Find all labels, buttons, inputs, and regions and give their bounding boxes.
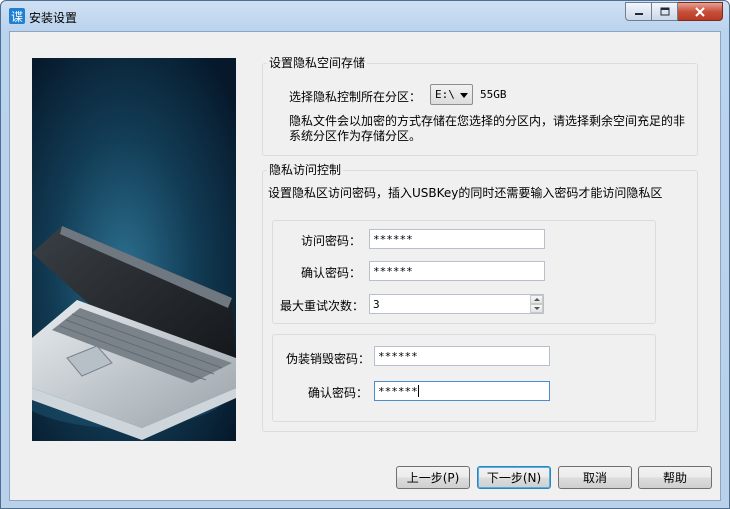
maximize-button[interactable] bbox=[652, 2, 678, 21]
decoy-password-label: 伪装销毁密码： bbox=[286, 352, 371, 366]
partition-select[interactable]: E:\ bbox=[430, 84, 473, 105]
decoy-confirm-input[interactable]: ****** bbox=[374, 381, 550, 401]
minimize-button[interactable] bbox=[625, 2, 652, 21]
access-control-group-label: 隐私访问控制 bbox=[267, 161, 344, 178]
partition-label: 选择隐私控制所在分区： bbox=[289, 90, 422, 104]
spinner-up-icon[interactable] bbox=[530, 295, 543, 304]
decoy-confirm-label: 确认密码： bbox=[308, 386, 369, 400]
next-button[interactable]: 下一步(N) bbox=[477, 466, 551, 489]
help-button[interactable]: 帮助 bbox=[638, 466, 712, 489]
max-retries-spinner[interactable] bbox=[530, 294, 544, 314]
svg-text:谍: 谍 bbox=[11, 10, 23, 24]
decoy-password-input[interactable]: ****** bbox=[374, 346, 550, 366]
text-caret bbox=[417, 385, 419, 397]
back-button[interactable]: 上一步(P) bbox=[396, 466, 470, 489]
access-password-input[interactable]: ****** bbox=[369, 229, 545, 249]
decoy-confirm-value: ****** bbox=[378, 385, 418, 398]
confirm-password-input[interactable]: ****** bbox=[369, 261, 545, 281]
app-logo-icon: 谍 bbox=[9, 8, 25, 24]
cancel-button[interactable]: 取消 bbox=[558, 466, 632, 489]
access-control-description: 设置隐私区访问密码，插入USBKey的同时还需要输入密码才能访问隐私区 bbox=[268, 186, 663, 200]
client-area: 设置隐私空间存储 选择隐私控制所在分区： E:\ 55GB 隐私文件会以加密的方… bbox=[9, 31, 721, 501]
maximize-icon bbox=[660, 7, 669, 16]
spinner-down-icon[interactable] bbox=[530, 304, 543, 313]
window-title: 安装设置 bbox=[29, 11, 78, 25]
max-retries-label: 最大重试次数： bbox=[280, 299, 365, 313]
laptop-illustration bbox=[32, 58, 236, 441]
installer-window: 谍 安装设置 设置隐私空间存储 选择隐私控制所在分区： E:\ 55GB 隐私文… bbox=[0, 0, 730, 509]
close-button[interactable] bbox=[678, 2, 723, 21]
partition-select-value: E:\ bbox=[435, 88, 455, 101]
confirm-password-label: 确认密码： bbox=[301, 266, 362, 280]
caption-buttons bbox=[625, 2, 723, 21]
chevron-down-icon bbox=[460, 93, 468, 98]
partition-size: 55GB bbox=[480, 88, 507, 101]
minimize-icon bbox=[634, 12, 643, 15]
privacy-space-group-label: 设置隐私空间存储 bbox=[267, 54, 368, 71]
access-password-label: 访问密码： bbox=[301, 234, 362, 248]
title-bar[interactable]: 谍 安装设置 bbox=[1, 1, 729, 31]
partition-description: 隐私文件会以加密的方式存储在您选择的分区内，请选择剩余空间充足的非系统分区作为存… bbox=[289, 114, 686, 143]
close-icon bbox=[695, 6, 705, 17]
max-retries-input[interactable]: 3 bbox=[369, 294, 532, 314]
